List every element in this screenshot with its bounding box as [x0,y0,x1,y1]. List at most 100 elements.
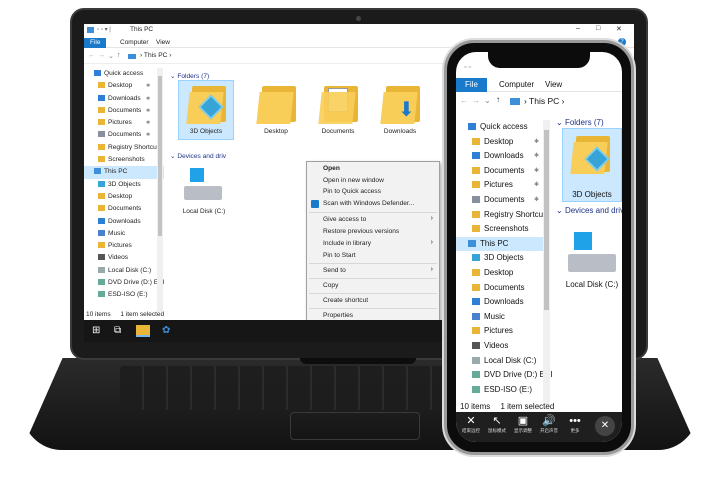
forward-icon[interactable]: → [472,96,480,105]
tab-view[interactable]: View [150,38,176,48]
sidebar-item[interactable]: Local Disk (C:) [84,265,164,277]
devices-header[interactable]: ⌄ Devices and driv [170,152,226,160]
pin-icon[interactable]: ✱ [146,80,150,92]
phone-folder-3d-objects[interactable] [570,132,618,180]
dropdown-icon[interactable]: ⌄ [108,52,114,60]
maximize-button[interactable]: □ [596,25,600,32]
phone-local-disk-icon[interactable] [568,232,616,276]
sidebar-item[interactable]: Registry Shortcuts [84,142,164,154]
pin-icon[interactable]: ✱ [146,93,150,105]
sidebar-item[interactable]: Documents [456,281,546,296]
sidebar-item[interactable]: Documents ✱ [84,129,164,141]
sound-button[interactable]: 🔊 开启声音 [536,415,562,434]
sidebar-item[interactable]: Desktop ✱ [84,80,164,92]
pin-icon[interactable]: ✱ [534,135,539,150]
sidebar-item[interactable]: Pictures [84,240,164,252]
up-icon[interactable]: ↑ [117,52,121,59]
folder-documents[interactable] [318,82,362,126]
menu-item-open-new-window[interactable]: Open in new window [323,176,384,186]
sidebar-item[interactable]: Downloads ✱ [84,93,164,105]
sidebar-item[interactable]: Pictures ✱ [84,117,164,129]
menu-item-scan-defender[interactable]: Scan with Windows Defender... [323,199,414,209]
mouse-mode-button[interactable]: ↖ 鼠标模式 [484,415,510,434]
up-icon[interactable]: ↑ [496,95,500,104]
close-button[interactable]: ✕ [616,25,622,33]
back-icon[interactable]: ← [460,96,468,105]
exit-button[interactable]: ✕ [595,416,615,436]
phone-devices-header[interactable]: ⌄ Devices and drive [556,206,622,215]
task-view-icon[interactable]: ⧉ [114,325,121,337]
sidebar-item[interactable]: ESD-ISO (E:) [456,383,546,398]
folder-downloads[interactable]: ⬇ [380,82,424,126]
sidebar-item[interactable]: 3D Objects [84,179,164,191]
sidebar-item[interactable]: 3D Objects [456,251,546,266]
breadcrumb[interactable]: › This PC › [140,52,171,59]
sidebar-item[interactable]: Downloads ✱ [456,149,546,164]
sidebar-item[interactable]: This PC [84,166,164,179]
phone-quick-access-toolbar[interactable]: ▫ ▫ [464,64,471,71]
sidebar-item[interactable]: Pictures ✱ [456,178,546,193]
file-explorer-taskbar-icon[interactable] [136,325,150,337]
end-remote-button[interactable]: ✕ 结束远控 [458,415,484,434]
menu-item-copy[interactable]: Copy [323,281,338,291]
pin-icon[interactable]: ✱ [146,129,150,141]
local-disk-icon[interactable] [184,168,224,204]
menu-item-restore-versions[interactable]: Restore previous versions [323,227,399,237]
sidebar-item[interactable]: Registry Shortcuts [456,208,549,223]
sidebar-item[interactable]: Pictures [456,324,546,339]
app-taskbar-icon[interactable]: ✿ [162,325,170,337]
minimize-button[interactable]: – [576,25,580,32]
tab-computer[interactable]: Computer [114,38,155,48]
sidebar-item[interactable]: Music [456,310,546,325]
sidebar-item[interactable]: Quick access [84,68,164,80]
forward-icon[interactable]: → [98,52,105,59]
sidebar-item[interactable]: Documents ✱ [84,105,164,117]
sidebar-item[interactable]: Desktop [84,191,164,203]
start-icon[interactable]: ⊞ [92,325,100,337]
phone-tab-view[interactable]: View [536,78,571,92]
sidebar-item[interactable]: Documents [84,203,164,215]
pin-icon[interactable]: ✱ [534,178,539,193]
sidebar-item[interactable]: Screenshots [456,222,546,237]
pin-icon[interactable]: ✱ [534,164,539,179]
sidebar-item[interactable]: Screenshots [84,154,164,166]
sidebar-item[interactable]: Videos [456,339,546,354]
menu-item-create-shortcut[interactable]: Create shortcut [323,296,368,306]
sidebar-item[interactable]: DVD Drive (D:) ESI [84,277,164,289]
pin-icon[interactable]: ✱ [534,149,539,164]
sidebar-item[interactable]: DVD Drive (D:) ESI [456,368,552,383]
breadcrumb[interactable]: › This PC › [524,96,564,106]
sidebar-item[interactable]: Downloads [84,216,164,228]
sidebar-item[interactable]: Local Disk (C:) [456,354,546,369]
quick-access-toolbar[interactable]: ▫ ▫ ▾ | [97,26,111,33]
folder-3d-objects[interactable] [186,82,230,126]
sidebar-item[interactable]: Quick access [456,120,546,135]
sidebar-item[interactable]: Downloads [456,295,546,310]
pin-icon[interactable]: ✱ [534,193,539,208]
more-button[interactable]: ••• 更多 [562,415,588,434]
sidebar-item[interactable]: Music [84,228,164,240]
folders-header[interactable]: ⌄ Folders (7) [170,72,209,80]
sidebar-item[interactable]: Desktop ✱ [456,135,546,150]
sidebar-item[interactable]: Documents ✱ [456,164,546,179]
menu-item-give-access[interactable]: Give access to [323,215,366,225]
pin-icon[interactable]: ✱ [146,105,150,117]
sidebar-scrollbar-thumb[interactable] [158,76,162,236]
sidebar-item[interactable]: Videos [84,252,164,264]
phone-tab-file[interactable]: File [456,78,487,92]
dropdown-icon[interactable]: ⌄ [484,96,491,105]
menu-item-pin-start[interactable]: Pin to Start [323,251,356,261]
sidebar-item[interactable]: ESD-ISO (E:) [84,289,164,301]
display-adjust-button[interactable]: ▣ 显示调整 [510,415,536,434]
sidebar-item[interactable]: Desktop [456,266,546,281]
pin-icon[interactable]: ✱ [146,117,150,129]
phone-sidebar-scrollbar-thumb[interactable] [544,130,549,310]
menu-item-send-to[interactable]: Send to [323,266,346,276]
tab-file[interactable]: File [84,38,107,48]
back-icon[interactable]: ← [88,52,95,59]
menu-item-include-library[interactable]: Include in library [323,239,371,249]
menu-item-pin-quick-access[interactable]: Pin to Quick access [323,187,381,197]
sidebar-item[interactable]: This PC [456,236,546,252]
phone-folders-header[interactable]: ⌄ Folders (7) [556,118,604,127]
folder-desktop[interactable] [256,82,300,126]
